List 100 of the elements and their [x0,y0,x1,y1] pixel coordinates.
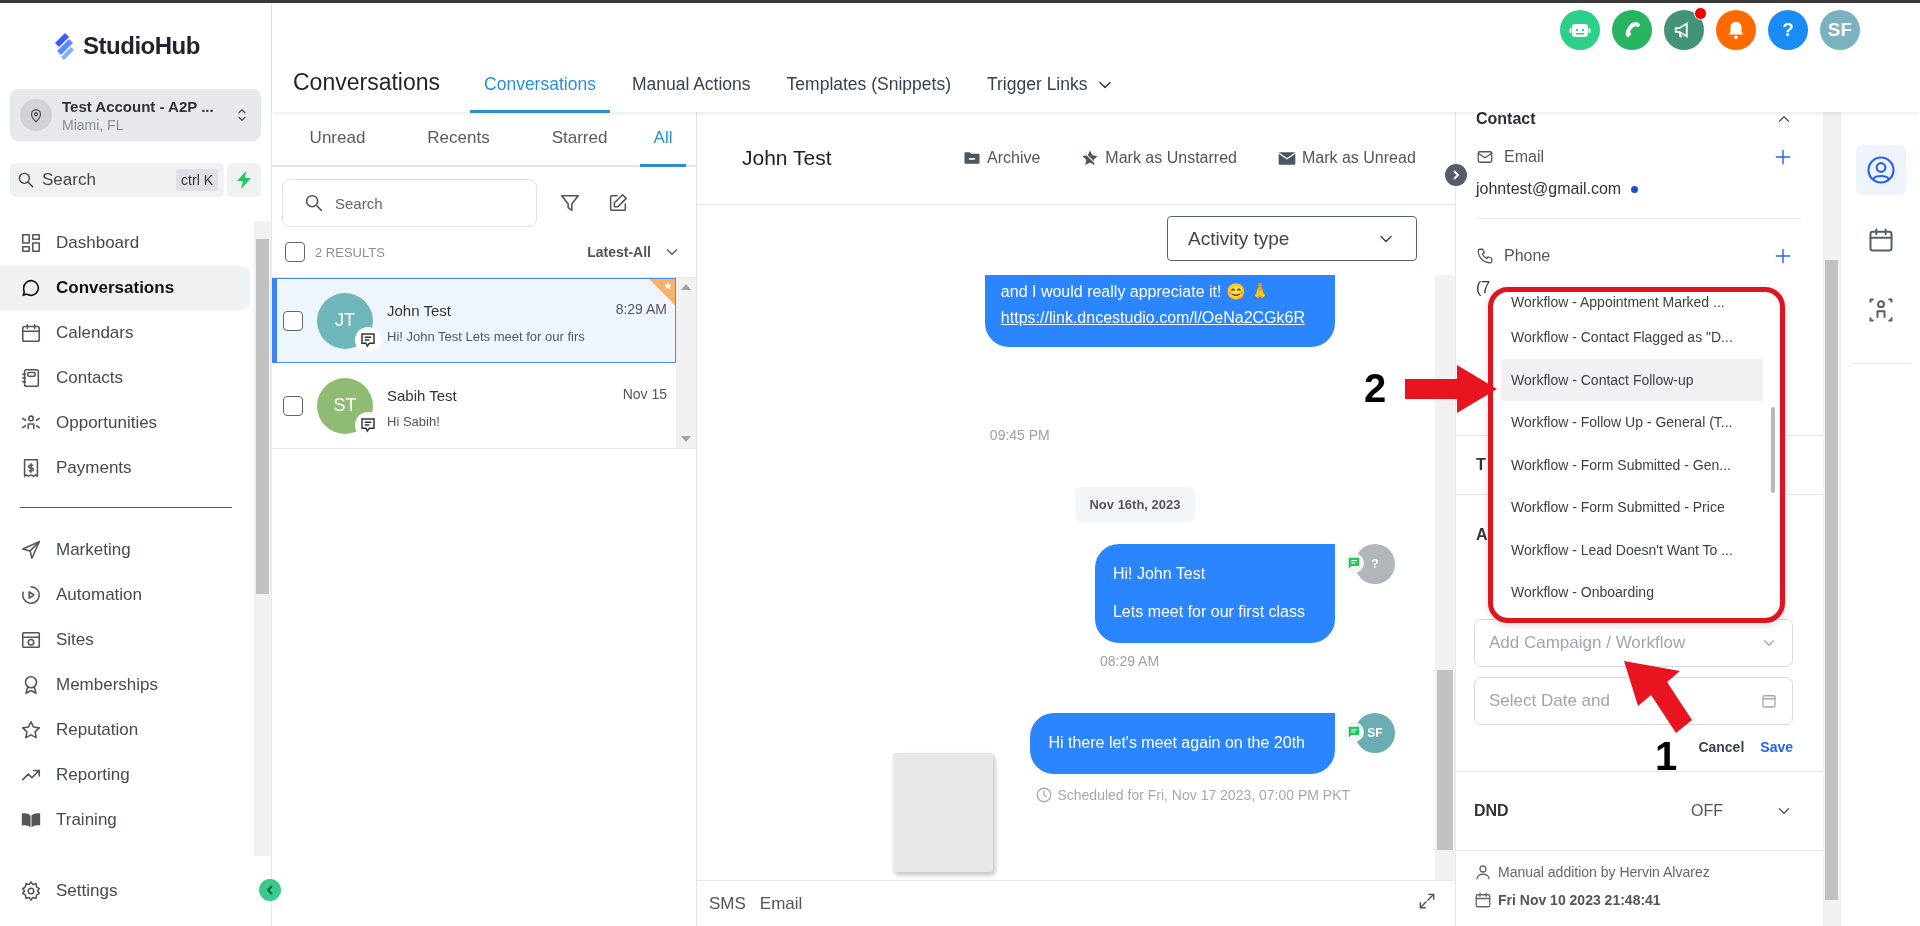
nav-item[interactable]: Contacts [0,356,250,400]
sms-icon [1344,722,1364,742]
nav-item[interactable]: Calendars [0,311,250,355]
clock-icon [1035,786,1054,804]
lightning-icon [236,171,252,189]
nav-item[interactable]: Sites [0,618,250,662]
nav-item[interactable]: Dashboard [0,221,250,265]
filter-tab[interactable]: All [640,112,686,167]
add-button[interactable] [1773,147,1793,167]
panel-toggle-button[interactable] [1445,164,1467,186]
chevron-left-icon [264,884,276,896]
dropdown-option[interactable]: Workflow - Contact Follow-up [1501,358,1763,401]
message-bubble: and I would really appreciate it! 😊 🙏 https://link.dncestudio.com/l/OeNa2CGk6R [984,275,1335,347]
field-label: Email [1504,148,1545,166]
nav-tab[interactable]: Manual Actions [617,53,765,113]
contact-name-heading: John Test [742,146,833,170]
cancel-button[interactable]: Cancel [1698,739,1745,755]
settings-item[interactable]: Settings [0,868,250,913]
conversation-action[interactable]: Archive [962,148,1041,168]
scrollbar[interactable] [676,278,696,448]
nav-tab[interactable]: Trigger Links [973,53,1130,113]
scheduled-note: Scheduled for Fri, Nov 17 2023, 07:00 PM PKT [1057,787,1351,803]
conversation-item[interactable]: JT John Test Hi! John Test Lets meet for our firs 8:29 AM [272,278,676,363]
search-field[interactable]: Search [282,179,537,227]
dropdown-option[interactable]: Workflow - Appointment Marked ... [1501,294,1763,316]
announcements-button[interactable] [1664,10,1704,50]
nav-item[interactable]: Reputation [0,708,250,752]
scroll-up-icon[interactable] [681,284,691,290]
dropdown-option[interactable]: Workflow - Contact Flagged as "D... [1501,316,1763,359]
contact-avatar: ST [317,377,373,434]
dropdown-option[interactable]: Workflow - Onboarding [1501,571,1763,614]
chat-bubble-icon [20,277,42,299]
section-title: T [1476,456,1486,474]
contact-avatar: JT [317,292,373,349]
account-name: Test Account - A2P ... [62,97,214,115]
notifications-button[interactable] [1716,10,1756,50]
settings-icon [20,879,42,902]
dropdown-option[interactable]: Workflow - Lead Doesn't Want To ... [1501,528,1763,571]
date-separator: Nov 16th, 2023 [1075,487,1195,522]
conversation-item[interactable]: ST Sabih Test Hi Sabih! Nov 15 [272,363,676,448]
sort-dropdown[interactable]: Latest-All [587,243,681,261]
channel-tab[interactable]: Email [759,893,803,914]
channel-tab[interactable]: SMS [709,893,746,914]
filter-tab[interactable]: Starred [519,112,640,167]
activity-type-dropdown[interactable]: Activity type [1167,216,1417,261]
scrollbar[interactable] [1435,275,1455,880]
save-button[interactable]: Save [1760,739,1793,755]
global-search-field[interactable]: Search ctrl K [10,163,224,197]
phone-number: (7 [1476,279,1491,297]
person-icon [1474,863,1492,881]
account-switcher[interactable]: Test Account - A2P ... Miami, FL [10,89,261,141]
collapse-button[interactable] [259,879,281,901]
row-checkbox[interactable] [283,395,303,416]
nav-tab[interactable]: Conversations [470,53,610,113]
conversation-action[interactable]: Mark as Unstarred [1080,148,1237,168]
nav-item[interactable]: Payments [0,446,250,490]
row-checkbox[interactable] [283,310,303,331]
contact-book-icon [20,367,42,389]
conversation-action[interactable]: Mark as Unread [1276,148,1416,168]
select-all-checkbox[interactable] [285,242,305,262]
chevron-right-icon [1451,170,1461,180]
scrollbar[interactable] [254,221,271,856]
shortcut-hint: ctrl K [176,169,218,191]
dnd-status: OFF [1691,802,1723,820]
results-count: 2 RESULTS [315,244,386,260]
message-bubble: Hi! John Test Lets meet for our first class [1094,544,1335,643]
message-time: 8:29 AM [615,301,667,317]
nav-item[interactable]: Opportunities [0,401,250,445]
email-address: johntest@gmail.com [1476,180,1622,198]
page-title: Conversations [293,69,441,96]
paper-plane-icon [20,539,42,561]
contact-name: John Test [387,301,452,319]
filter-tab[interactable]: Recents [398,112,519,167]
mail-icon [1476,148,1494,166]
nav-item[interactable]: Reporting [0,753,250,797]
nav-item[interactable]: Automation [0,573,250,617]
message-link[interactable]: https://link.dncestudio.com/l/OeNa2CGk6R [1000,305,1305,331]
annotation-number: 1 [1655,736,1678,776]
calendar-icon [1760,692,1778,710]
call-button[interactable] [1612,10,1652,50]
filter-tab[interactable]: Unread [277,112,398,167]
expand-icon [1417,891,1437,911]
nav-tab[interactable]: Templates (Snippets) [772,53,965,113]
nav-item[interactable]: Marketing [0,528,250,572]
nav-item[interactable]: Conversations [0,266,250,310]
add-button[interactable] [1773,246,1793,266]
annotation-number: 2 [1364,368,1387,408]
dropdown-option[interactable]: Workflow - Follow Up - General (T... [1501,401,1763,444]
nav-item[interactable]: Memberships [0,663,250,707]
dropdown-option[interactable]: Workflow - Form Submitted - Price [1501,486,1763,529]
nav-item[interactable]: Training [0,798,250,842]
calendar-icon [20,322,42,344]
star-icon [20,719,42,741]
dropdown-option[interactable]: Workflow - Form Submitted - Gen... [1501,443,1763,486]
sms-icon [1344,553,1364,573]
scrollbar[interactable] [1823,112,1840,926]
scroll-down-icon[interactable] [681,436,691,442]
edit-icon [607,192,629,214]
contact-tab[interactable] [1855,145,1906,195]
message-time: Nov 15 [622,386,667,402]
